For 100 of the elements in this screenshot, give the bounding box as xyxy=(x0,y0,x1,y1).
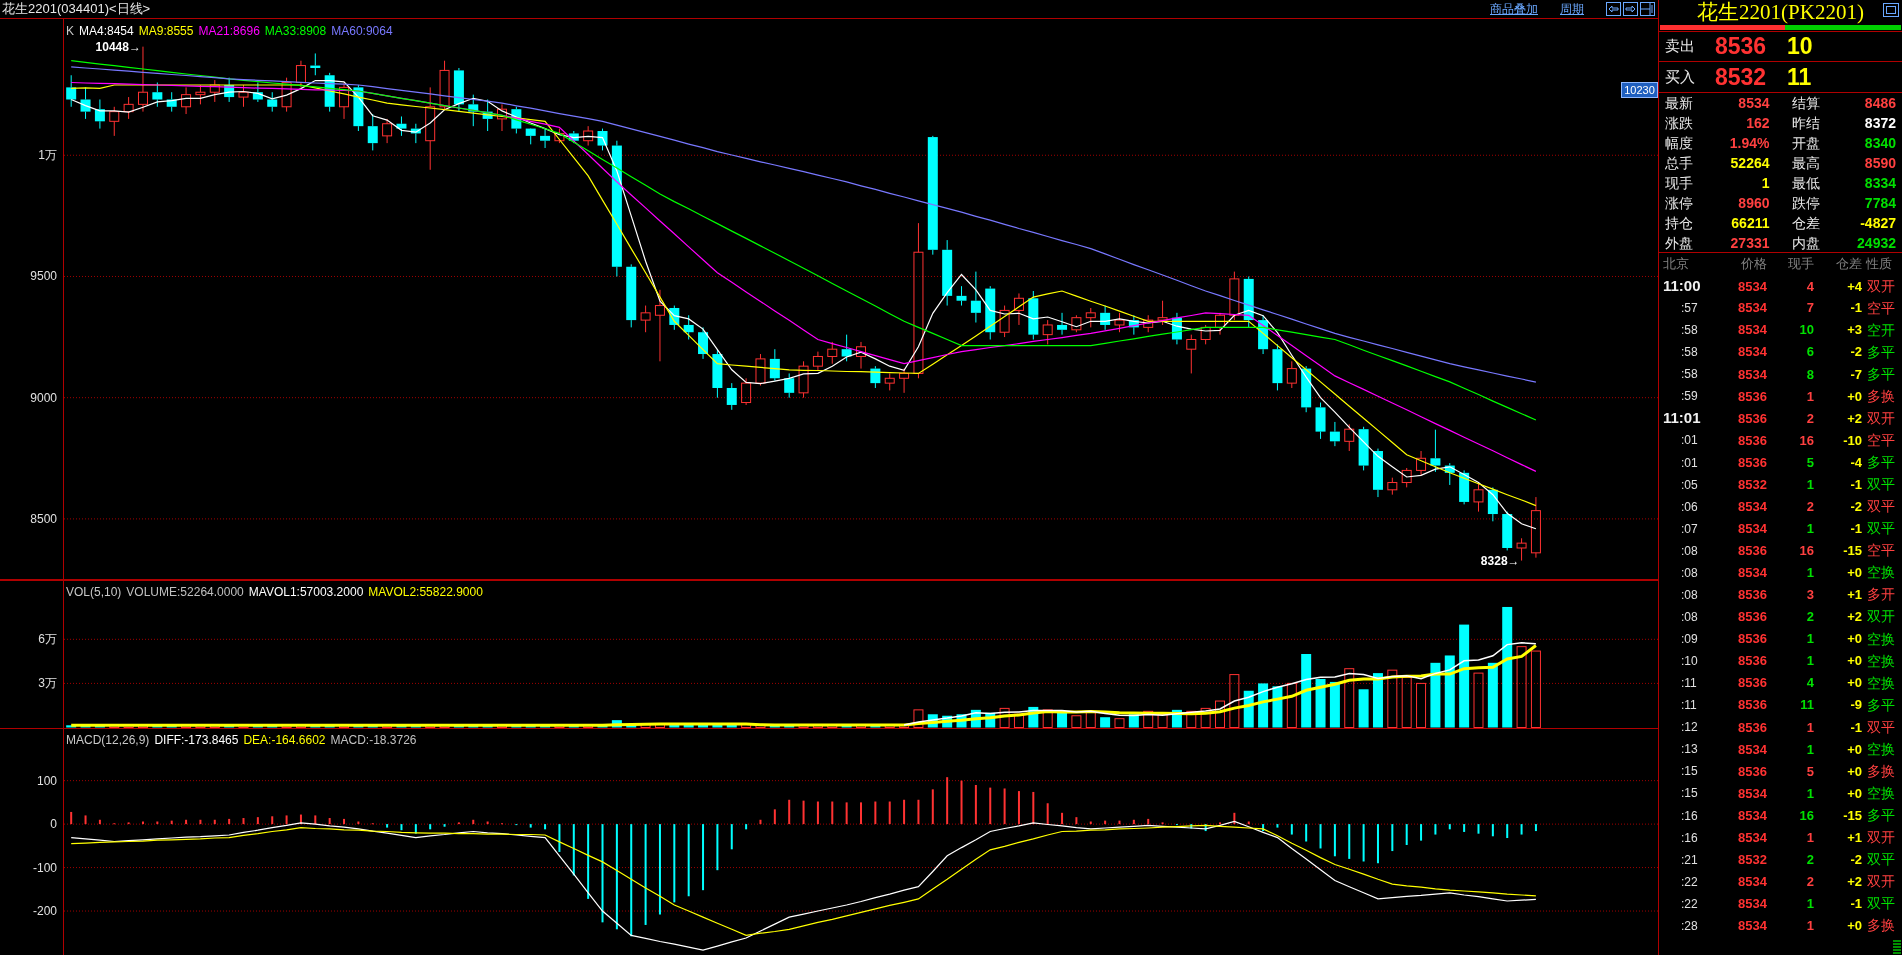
stat-value: 24932 xyxy=(1857,233,1896,253)
stat-value: 8334 xyxy=(1864,173,1896,193)
tick-position-change: +2 xyxy=(1846,409,1862,428)
contract-title: 花生2201(PK2201) xyxy=(1697,2,1864,23)
tick-price: 8534 xyxy=(1737,321,1767,340)
tick-position-change: -1 xyxy=(1849,519,1862,538)
tick-nature: 空换 xyxy=(1866,739,1896,759)
legend-label: K xyxy=(66,23,74,40)
tick-time: :21 xyxy=(1680,851,1699,869)
tick-position-change: +2 xyxy=(1846,872,1862,891)
tick-volume: 3 xyxy=(1805,586,1814,605)
tick-volume: 1 xyxy=(1805,784,1814,803)
tick-nature: 双平 xyxy=(1866,497,1896,517)
tick-price: 8534 xyxy=(1737,365,1767,384)
tick-nature: 空换 xyxy=(1866,783,1896,803)
axis-label: -100 xyxy=(32,860,57,875)
tick-nature: 双平 xyxy=(1866,894,1896,914)
tick-time: :08 xyxy=(1680,542,1699,560)
indicator-reading: MACD:-18.3726 xyxy=(330,732,417,749)
stat-value: 8372 xyxy=(1864,113,1896,133)
stat-label: 幅度 xyxy=(1665,133,1693,153)
legend-label: MAVOL2:55822.9000 xyxy=(368,584,483,601)
tick-price: 8534 xyxy=(1737,917,1767,936)
tick-time: :11 xyxy=(1680,697,1698,715)
stat-value: 52264 xyxy=(1730,153,1770,173)
tick-position-change: -10 xyxy=(1842,431,1862,450)
tick-nature: 双开 xyxy=(1866,607,1896,627)
stat-label: 最高 xyxy=(1791,153,1820,173)
stat-value: 8590 xyxy=(1864,153,1896,173)
tick-volume: 1 xyxy=(1805,564,1814,583)
tick-volume: 2 xyxy=(1805,497,1814,516)
tick-volume: 16 xyxy=(1798,542,1814,561)
tick-nature: 双开 xyxy=(1866,872,1896,892)
tick-nature: 多平 xyxy=(1866,364,1896,384)
price-extreme-label: 10448→ xyxy=(95,39,141,54)
tick-time: :15 xyxy=(1680,785,1699,803)
tick-nature: 双开 xyxy=(1866,828,1896,848)
tick-price: 8536 xyxy=(1737,542,1767,561)
tick-time: :07 xyxy=(1680,520,1699,538)
tick-nature: 多平 xyxy=(1866,806,1896,826)
tick-volume: 2 xyxy=(1805,608,1814,627)
tick-price: 8536 xyxy=(1737,674,1767,693)
tick-time: :16 xyxy=(1680,829,1699,847)
tick-position-change: -2 xyxy=(1849,497,1862,516)
tick-price: 8536 xyxy=(1737,696,1767,715)
tick-price: 8536 xyxy=(1737,586,1767,605)
tick-price: 8534 xyxy=(1737,872,1767,891)
legend-label: MA9:8555 xyxy=(138,23,194,40)
tick-price: 8534 xyxy=(1737,519,1767,538)
tick-position-change: -2 xyxy=(1849,850,1862,869)
tick-price: 8536 xyxy=(1737,630,1767,649)
tick-price: 8536 xyxy=(1737,409,1767,428)
tick-time: 11:01 xyxy=(1662,408,1702,429)
tick-position-change: +0 xyxy=(1846,917,1862,936)
legend-label: MACD(12,26,9) xyxy=(66,732,150,749)
tick-time: :28 xyxy=(1680,917,1699,935)
tick-time: :15 xyxy=(1680,763,1699,781)
tick-position-change: +1 xyxy=(1846,586,1862,605)
tick-nature: 双平 xyxy=(1866,850,1896,870)
tick-time: :05 xyxy=(1680,476,1699,494)
tick-volume: 1 xyxy=(1805,740,1814,759)
tick-nature: 空换 xyxy=(1866,563,1896,583)
tick-position-change: +0 xyxy=(1846,652,1862,671)
tick-price: 8532 xyxy=(1737,475,1767,494)
order-quantity: 11 xyxy=(1787,62,1812,92)
stat-label: 总手 xyxy=(1665,153,1693,173)
tick-volume: 11 xyxy=(1799,696,1814,715)
stat-value: -4827 xyxy=(1860,213,1896,233)
stat-value: 27331 xyxy=(1730,233,1770,253)
tick-volume: 2 xyxy=(1805,409,1814,428)
tick-volume: 2 xyxy=(1805,872,1814,891)
axis-label: 6万 xyxy=(38,632,57,647)
legend-label: MA60:9064 xyxy=(331,23,393,40)
tick-position-change: +1 xyxy=(1846,828,1862,847)
price-extreme-label: 8328→ xyxy=(1480,553,1520,568)
tick-volume: 7 xyxy=(1805,299,1814,318)
order-price: 8536 xyxy=(1715,32,1768,62)
tick-position-change: -15 xyxy=(1842,806,1862,825)
tick-price: 8534 xyxy=(1737,806,1767,825)
tick-time: :01 xyxy=(1680,454,1699,472)
order-quantity: 10 xyxy=(1787,32,1813,62)
tick-volume: 1 xyxy=(1805,828,1814,847)
legend-label: VOL(5,10) xyxy=(66,584,122,601)
tick-nature: 空开 xyxy=(1866,320,1896,340)
tick-time: :22 xyxy=(1680,873,1699,891)
stat-label: 外盘 xyxy=(1665,233,1693,253)
axis-label: 8500 xyxy=(30,511,57,526)
tick-time: :58 xyxy=(1680,366,1699,384)
tick-nature: 空换 xyxy=(1866,651,1896,671)
indicator-reading: VOLUME:52264.0000 xyxy=(126,584,244,601)
tick-price: 8536 xyxy=(1737,431,1767,450)
tick-position-change: +0 xyxy=(1846,784,1862,803)
stat-label: 结算 xyxy=(1791,93,1820,113)
axis-label: 1万 xyxy=(38,148,57,163)
tick-price: 8534 xyxy=(1737,828,1767,847)
tick-time: :16 xyxy=(1680,807,1699,825)
tick-volume: 8 xyxy=(1805,365,1814,384)
tick-volume: 16 xyxy=(1798,806,1814,825)
axis-label: 100 xyxy=(36,773,57,788)
legend-label: MAVOL1:57003.2000 xyxy=(248,584,364,601)
